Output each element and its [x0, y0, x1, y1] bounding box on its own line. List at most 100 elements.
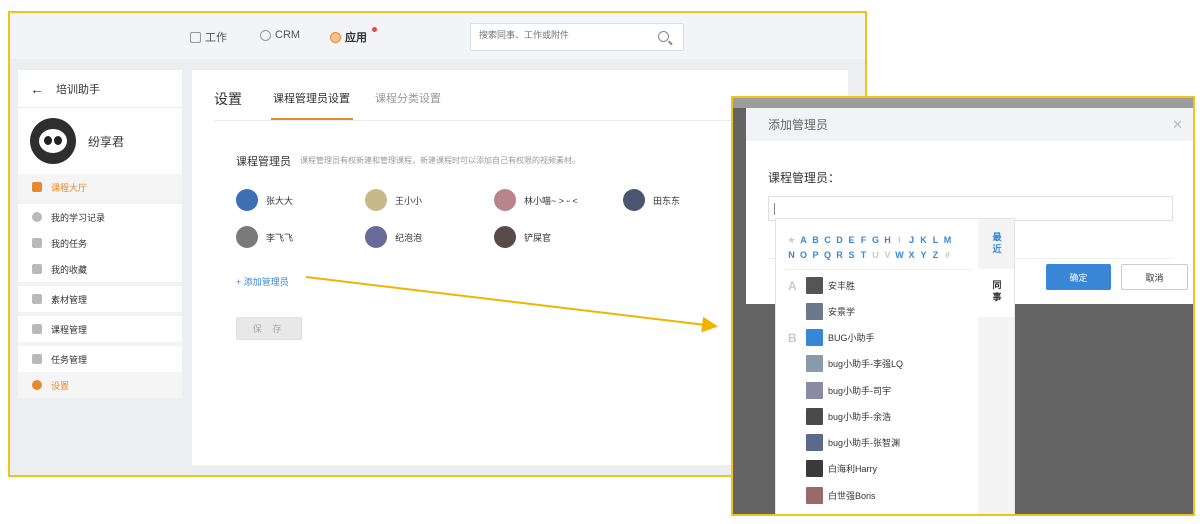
- avatar: [806, 382, 823, 399]
- alphabet-letter[interactable]: K: [918, 233, 930, 248]
- alphabet-letter[interactable]: X: [906, 248, 918, 263]
- sidebar-item-course-management[interactable]: 课程管理: [18, 316, 182, 342]
- alphabet-letter[interactable]: Q: [822, 248, 834, 263]
- alphabet-letter[interactable]: J: [906, 233, 918, 248]
- avatar: [494, 189, 516, 211]
- alphabet-letter[interactable]: V: [882, 248, 894, 263]
- nav-tab-apps[interactable]: 应用: [330, 29, 367, 45]
- search-icon[interactable]: [658, 31, 669, 42]
- search-box[interactable]: [470, 23, 684, 51]
- sidebar-item-my-tasks[interactable]: 我的任务: [18, 230, 182, 256]
- sidebar-item-label: 素材管理: [51, 294, 88, 305]
- tab-colleagues-label: 同事: [992, 280, 1002, 302]
- nav-tab-work-label: 工作: [205, 32, 227, 44]
- avatar: [30, 118, 76, 164]
- alphabet-letter[interactable]: F: [858, 233, 870, 248]
- admin-name: 张大大: [266, 195, 294, 206]
- list-item[interactable]: BUG小助手: [806, 329, 875, 346]
- dialog-title: 添加管理员: [768, 118, 829, 132]
- sidebar-item-task-management[interactable]: 任务管理: [18, 346, 182, 372]
- avatar: [365, 226, 387, 248]
- list-item[interactable]: 白世强Boris: [806, 487, 876, 504]
- sidebar: ← 培训助手 纷享君 课程大厅 我的学习记录 我的任务 我的收藏 素材管理 课程…: [18, 70, 182, 398]
- user-name: 纷享君: [88, 134, 125, 149]
- alphabet-letter[interactable]: Z: [930, 248, 942, 263]
- notification-dot: [372, 27, 377, 32]
- alphabet-letter[interactable]: #: [942, 248, 954, 263]
- alphabet-letter[interactable]: Y: [918, 248, 930, 263]
- nav-tab-crm-label: CRM: [275, 29, 301, 41]
- avatar: [236, 189, 258, 211]
- alphabet-letter[interactable]: D: [834, 233, 846, 248]
- tab-course-category-settings[interactable]: 课程分类设置: [375, 90, 441, 106]
- alphabet-letter[interactable]: S: [846, 248, 858, 263]
- alphabet-letter[interactable]: H: [882, 233, 894, 248]
- alphabet-letter[interactable]: U: [870, 248, 882, 263]
- admin-item: 王小小: [365, 189, 422, 211]
- alphabet-letter[interactable]: T: [858, 248, 870, 263]
- avatar: [236, 226, 258, 248]
- admin-name: 铲屎官: [524, 232, 552, 243]
- avatar: [806, 408, 823, 425]
- alphabet-letter[interactable]: N: [786, 248, 798, 263]
- list-icon: [32, 182, 42, 192]
- tab-course-admin-settings[interactable]: 课程管理员设置: [273, 90, 350, 106]
- tab-colleagues[interactable]: 同事: [978, 269, 1014, 317]
- alphabet-letter[interactable]: C: [822, 233, 834, 248]
- alphabet-letter[interactable]: E: [846, 233, 858, 248]
- sidebar-header: ← 培训助手: [18, 70, 182, 108]
- save-button[interactable]: 保 存: [236, 317, 302, 340]
- close-icon[interactable]: ✕: [1172, 117, 1183, 133]
- alphabet-letter[interactable]: L: [930, 233, 942, 248]
- popup-zoom-frame: 添加管理员 ✕ 课程管理员： 确定 取消 ★ A B C D E F G H I J K L M NOPQ…: [731, 96, 1195, 516]
- sidebar-item-learning-record[interactable]: 我的学习记录: [18, 204, 182, 230]
- cancel-button[interactable]: 取消: [1121, 264, 1188, 290]
- tab-recent-label: 最近: [992, 232, 1002, 254]
- person-name: BUG小助手: [828, 333, 875, 343]
- list-item[interactable]: bug小助手-余浩: [806, 408, 891, 425]
- avatar: [806, 434, 823, 451]
- tab-recent[interactable]: 最近: [978, 231, 1014, 255]
- nav-tab-work[interactable]: 工作: [190, 29, 227, 45]
- list-item[interactable]: 安景学: [806, 303, 855, 320]
- list-item[interactable]: 安丰胜: [806, 277, 855, 294]
- alphabet-letter[interactable]: M: [942, 233, 954, 248]
- alphabet-letter[interactable]: ★: [786, 233, 798, 248]
- alphabet-letter[interactable]: R: [834, 248, 846, 263]
- search-input[interactable]: [479, 30, 649, 40]
- alphabet-letter[interactable]: G: [870, 233, 882, 248]
- sidebar-item-favorites[interactable]: 我的收藏: [18, 256, 182, 282]
- sidebar-item-label: 我的学习记录: [51, 212, 106, 223]
- alphabet-letter[interactable]: W: [894, 248, 906, 263]
- alphabet-letter[interactable]: A: [798, 233, 810, 248]
- gear-icon: [32, 380, 42, 390]
- sidebar-item-label: 课程管理: [51, 324, 88, 335]
- list-item[interactable]: bug小助手-司宇: [806, 382, 891, 399]
- nav-tab-crm[interactable]: CRM: [260, 29, 300, 41]
- back-arrow-icon[interactable]: ←: [30, 81, 44, 97]
- sidebar-item-course-hall[interactable]: 课程大厅: [18, 174, 182, 200]
- alphabet-letter[interactable]: B: [810, 233, 822, 248]
- admin-item: 张大大: [236, 189, 293, 211]
- person-name: 安丰胜: [828, 281, 856, 291]
- confirm-button[interactable]: 确定: [1046, 264, 1111, 290]
- add-admin-link[interactable]: + 添加管理员: [236, 275, 289, 288]
- list-item[interactable]: bug小助手-张智渊: [806, 434, 900, 451]
- alphabet-letter[interactable]: I: [894, 233, 906, 248]
- alphabet-letter[interactable]: O: [798, 248, 810, 263]
- person-name: 白海利Harry: [828, 464, 877, 474]
- field-label: 课程管理员：: [768, 171, 841, 185]
- admin-item: 铲屎官: [494, 226, 551, 248]
- apps-icon: [330, 31, 341, 43]
- avatar: [806, 329, 823, 346]
- avatar: [806, 277, 823, 294]
- shield-icon: [32, 238, 42, 248]
- list-item[interactable]: 白海利Harry: [806, 460, 877, 477]
- avatar: [623, 189, 645, 211]
- alphabet-letter[interactable]: P: [810, 248, 822, 263]
- list-item[interactable]: bug小助手-李强LQ: [806, 355, 903, 372]
- sidebar-item-materials[interactable]: 素材管理: [18, 286, 182, 312]
- group-letter: B: [788, 331, 797, 345]
- sidebar-item-settings[interactable]: 设置: [18, 372, 182, 398]
- person-name: bug小助手-李强LQ: [828, 359, 904, 369]
